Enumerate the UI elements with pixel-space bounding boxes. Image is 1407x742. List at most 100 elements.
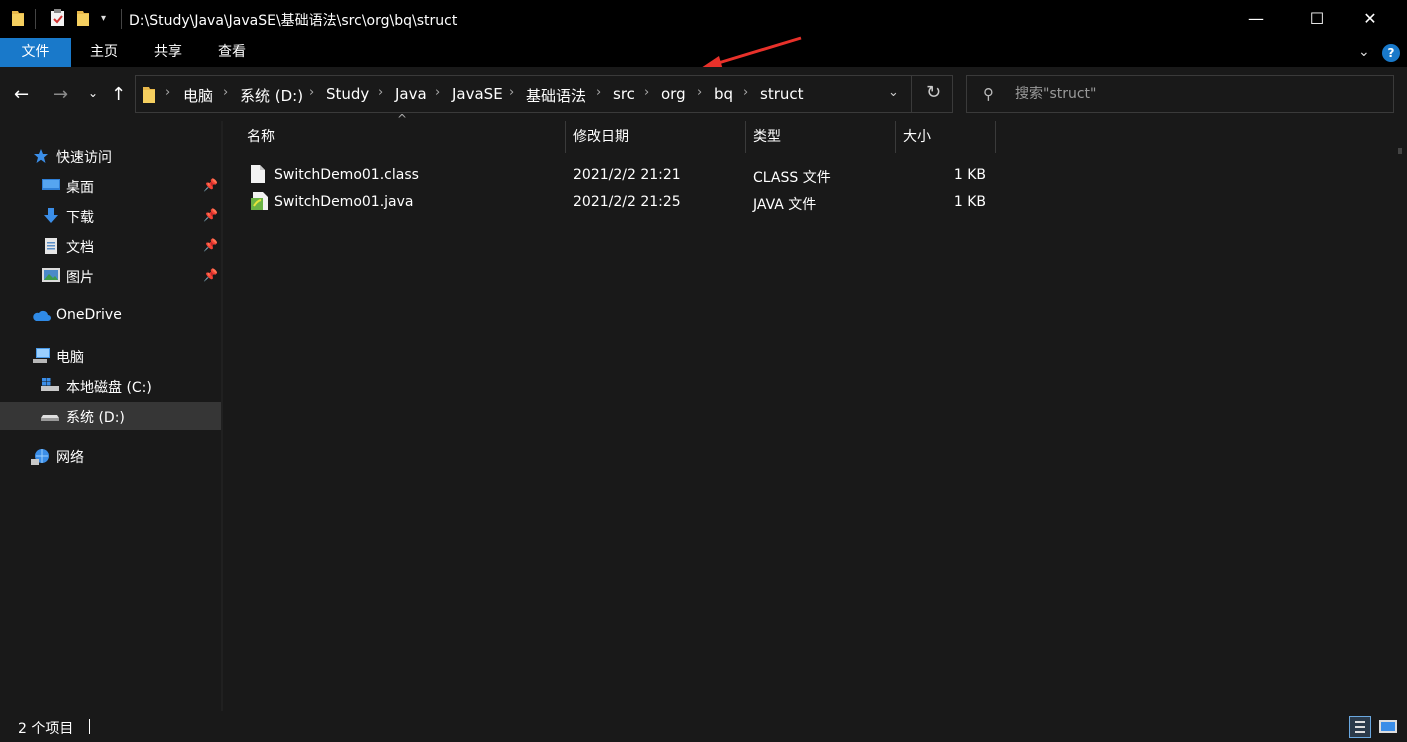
- file-row[interactable]: SwitchDemo01.java 2021/2/2 21:25 JAVA 文件…: [241, 190, 1001, 216]
- file-size: 1 KB: [953, 167, 986, 183]
- column-header-modified[interactable]: 修改日期: [573, 121, 629, 153]
- chevron-right-icon[interactable]: ›: [509, 85, 514, 100]
- properties-icon[interactable]: [50, 9, 66, 31]
- search-icon: ⚲: [983, 85, 994, 103]
- sidebar-item-drive-d[interactable]: 系统 (D:): [0, 402, 221, 430]
- sidebar-item-onedrive[interactable]: OneDrive: [0, 302, 221, 330]
- sidebar-item-documents[interactable]: 文档 📌: [0, 232, 221, 260]
- sidebar-item-label: 电脑: [56, 350, 84, 366]
- chevron-right-icon[interactable]: ›: [223, 85, 228, 100]
- breadcrumb-item[interactable]: JavaSE: [452, 85, 503, 103]
- window-title: D:\Study\Java\JavaSE\基础语法\src\org\bq\str…: [129, 13, 458, 29]
- file-type: CLASS 文件: [753, 170, 831, 186]
- chevron-right-icon[interactable]: ›: [644, 85, 649, 100]
- column-header-type[interactable]: 类型: [753, 121, 781, 153]
- sidebar-item-quick-access[interactable]: 快速访问: [0, 142, 221, 170]
- recent-locations-button[interactable]: ⌄: [88, 86, 98, 100]
- chevron-right-icon[interactable]: ›: [309, 85, 314, 100]
- forward-button[interactable]: →: [53, 84, 68, 105]
- refresh-icon[interactable]: ↻: [926, 82, 941, 103]
- file-modified: 2021/2/2 21:25: [573, 194, 681, 210]
- details-view-button[interactable]: [1349, 716, 1371, 738]
- chevron-right-icon[interactable]: ›: [697, 85, 702, 100]
- breadcrumb-item[interactable]: struct: [760, 85, 804, 103]
- details-view-icon: [1355, 721, 1365, 733]
- address-divider: [911, 76, 912, 112]
- column-divider[interactable]: [995, 121, 996, 153]
- sidebar-item-drive-c[interactable]: 本地磁盘 (C:): [0, 372, 221, 400]
- title-divider: [121, 9, 122, 29]
- column-divider[interactable]: [895, 121, 896, 153]
- sidebar-item-label: 网络: [56, 450, 84, 466]
- cloud-icon: [31, 308, 51, 324]
- breadcrumb-item[interactable]: org: [661, 85, 686, 103]
- maximize-button[interactable]: ☐: [1294, 0, 1340, 38]
- column-header-size[interactable]: 大小: [903, 121, 931, 153]
- up-button[interactable]: ↑: [111, 84, 126, 105]
- breadcrumb-item[interactable]: 系统 (D:): [240, 85, 303, 106]
- column-divider[interactable]: [565, 121, 566, 153]
- pin-icon[interactable]: 📌: [203, 238, 218, 252]
- new-folder-icon[interactable]: [76, 9, 90, 31]
- status-bar: 2 个项目: [0, 711, 1407, 742]
- sidebar-item-label: 桌面: [66, 180, 94, 196]
- sidebar-item-network[interactable]: 网络: [0, 442, 221, 470]
- minimize-button[interactable]: —: [1233, 0, 1279, 38]
- search-input[interactable]: [1015, 76, 1385, 112]
- tab-home[interactable]: 主页: [86, 38, 122, 67]
- address-bar[interactable]: › 电脑 › 系统 (D:) › Study › Java › JavaSE ›…: [135, 75, 953, 113]
- sidebar-item-label: 下载: [66, 210, 94, 226]
- tab-view[interactable]: 查看: [214, 38, 250, 67]
- pin-icon[interactable]: 📌: [203, 208, 218, 222]
- address-history-dropdown-icon[interactable]: ⌄: [888, 85, 899, 100]
- file-size: 1 KB: [953, 194, 986, 210]
- item-count: 2 个项目: [18, 721, 74, 737]
- column-divider[interactable]: [745, 121, 746, 153]
- customize-quick-access-icon[interactable]: ▾: [101, 13, 106, 24]
- folder-icon[interactable]: [11, 9, 25, 31]
- navigation-pane: 快速访问 桌面 📌 下载 📌 文档 📌 图片 📌 OneDrive 电脑 本地磁…: [0, 121, 221, 711]
- column-header-name[interactable]: 名称: [247, 121, 275, 153]
- chevron-right-icon[interactable]: ›: [596, 85, 601, 100]
- pictures-icon: [42, 268, 60, 284]
- chevron-right-icon[interactable]: ›: [165, 85, 170, 100]
- sidebar-item-label: 文档: [66, 240, 94, 256]
- breadcrumb-item[interactable]: Java: [395, 85, 427, 103]
- tab-share[interactable]: 共享: [150, 38, 186, 67]
- chevron-right-icon[interactable]: ›: [435, 85, 440, 100]
- large-icons-view-button[interactable]: [1377, 716, 1399, 738]
- breadcrumb-item[interactable]: src: [613, 85, 635, 103]
- navigation-bar: ← → ⌄ ↑ › 电脑 › 系统 (D:) › Study › Java › …: [0, 67, 1407, 121]
- java-file-icon: [251, 192, 269, 214]
- back-button[interactable]: ←: [14, 84, 29, 105]
- pin-icon[interactable]: 📌: [203, 268, 218, 282]
- file-name: SwitchDemo01.java: [274, 194, 414, 210]
- title-bar: ▾ D:\Study\Java\JavaSE\基础语法\src\org\bq\s…: [0, 0, 1407, 38]
- breadcrumb-item[interactable]: 电脑: [183, 85, 213, 106]
- sidebar-item-downloads[interactable]: 下载 📌: [0, 202, 221, 230]
- expand-ribbon-icon[interactable]: ⌄: [1358, 44, 1370, 60]
- chevron-right-icon[interactable]: ›: [743, 85, 748, 100]
- breadcrumb-item[interactable]: Study: [326, 85, 369, 103]
- scrollbar-indicator[interactable]: [1398, 148, 1402, 154]
- breadcrumb-item[interactable]: bq: [714, 85, 733, 103]
- sidebar-item-label: 本地磁盘 (C:): [66, 380, 152, 396]
- file-icon: [251, 165, 265, 187]
- file-type: JAVA 文件: [753, 197, 817, 213]
- close-button[interactable]: ✕: [1347, 0, 1393, 38]
- chevron-right-icon[interactable]: ›: [378, 85, 383, 100]
- status-divider: [89, 719, 90, 734]
- computer-icon: [33, 348, 51, 364]
- search-box[interactable]: ⚲: [966, 75, 1394, 113]
- large-icons-view-icon: [1379, 720, 1397, 733]
- tab-file[interactable]: 文件: [0, 38, 71, 67]
- sidebar-item-pictures[interactable]: 图片 📌: [0, 262, 221, 290]
- sidebar-item-this-pc[interactable]: 电脑: [0, 342, 221, 370]
- breadcrumb-item[interactable]: 基础语法: [526, 85, 586, 106]
- pin-icon[interactable]: 📌: [203, 178, 218, 192]
- file-row[interactable]: SwitchDemo01.class 2021/2/2 21:21 CLASS …: [241, 163, 1001, 189]
- drive-icon: [41, 408, 59, 424]
- sidebar-item-desktop[interactable]: 桌面 📌: [0, 172, 221, 200]
- star-icon: [33, 148, 51, 164]
- help-button[interactable]: ?: [1382, 44, 1400, 62]
